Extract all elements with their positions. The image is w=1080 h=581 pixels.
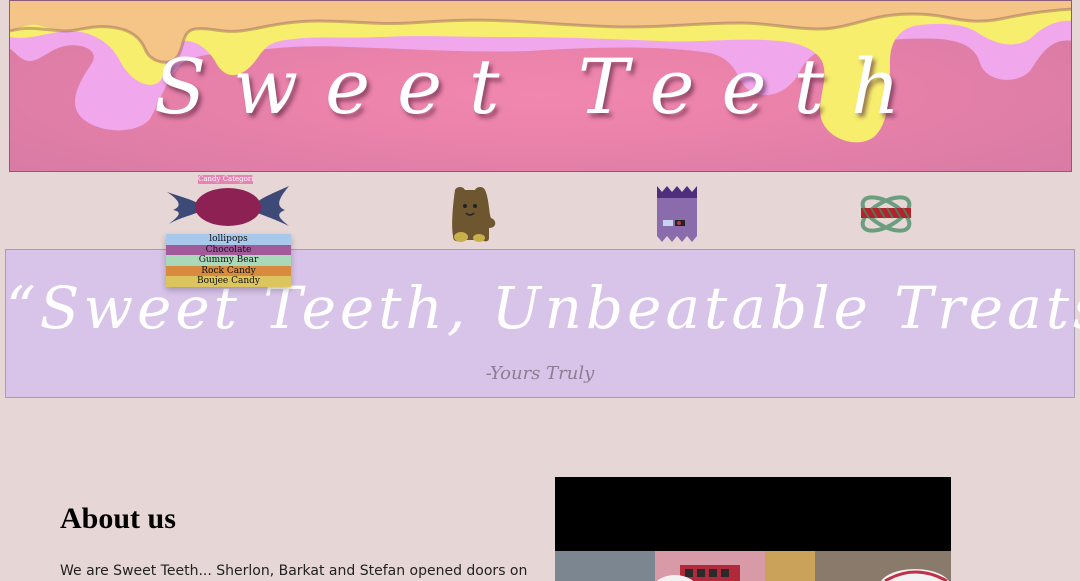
- dropdown-item-gummy-bear[interactable]: Gummy Bear: [166, 255, 291, 266]
- candy-bag-icon[interactable]: [655, 184, 699, 244]
- header-banner: Sweet Teeth: [9, 0, 1072, 172]
- video-player[interactable]: [555, 477, 951, 581]
- dropdown-item-boujee-candy[interactable]: Boujee Candy: [166, 276, 291, 287]
- about-heading: About us: [60, 502, 176, 535]
- rock-candy-icon[interactable]: [857, 184, 915, 244]
- gummy-bear-icon[interactable]: [449, 184, 497, 244]
- dropdown-item-rock-candy[interactable]: Rock Candy: [166, 265, 291, 277]
- quote-signature: -Yours Truly: [485, 363, 595, 384]
- wrapped-candy-icon[interactable]: [165, 182, 291, 232]
- shop-photo: [555, 551, 951, 581]
- dropdown-item-lollipops[interactable]: lollipops: [166, 234, 291, 245]
- about-text: We are Sweet Teeth... Sherlon, Barkat an…: [60, 563, 528, 579]
- candy-categories-dropdown[interactable]: lollipops Chocolate Gummy Bear Rock Cand…: [166, 234, 291, 287]
- site-title: Sweet Teeth: [153, 42, 927, 131]
- dropdown-item-chocolate[interactable]: Chocolate: [166, 244, 291, 256]
- page: Sweet Teeth Candy Categories lollipops C…: [0, 0, 1080, 581]
